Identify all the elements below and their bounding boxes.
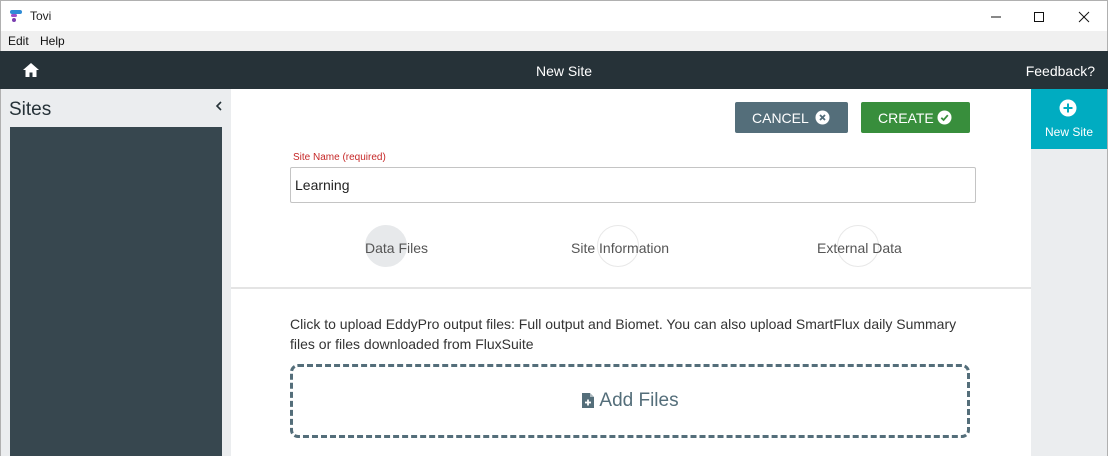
window-titlebar: Tovi: [0, 0, 1108, 31]
menu-bar: Edit Help: [0, 31, 1108, 51]
sidebar-title: Sites: [9, 99, 52, 120]
maximize-button[interactable]: [1016, 1, 1062, 32]
new-site-label: New Site: [1044, 125, 1094, 139]
minimize-icon: [991, 16, 1001, 17]
chevron-left-icon[interactable]: [212, 99, 226, 113]
cancel-button[interactable]: CANCEL: [735, 102, 848, 133]
cancel-circle-icon: [815, 110, 830, 125]
add-files-dropzone[interactable]: Add Files: [290, 364, 970, 438]
cancel-button-label: CANCEL: [752, 109, 809, 126]
create-button-label: CREATE: [878, 109, 934, 126]
step-data-files[interactable]: Data Files: [365, 225, 465, 267]
divider: [231, 287, 1031, 289]
step-label: External Data: [817, 240, 902, 256]
app-title: Tovi: [30, 9, 52, 23]
upload-instructions: Click to upload EddyPro output files: Fu…: [290, 316, 957, 352]
sites-sidebar: Sites: [0, 89, 231, 456]
menu-item-edit[interactable]: Edit: [8, 34, 29, 48]
new-site-button[interactable]: New Site: [1031, 89, 1107, 149]
menu-item-help[interactable]: Help: [40, 34, 65, 48]
minimize-button[interactable]: [973, 1, 1019, 32]
step-site-information[interactable]: Site Information: [571, 225, 691, 267]
file-plus-icon: [582, 392, 595, 408]
step-external-data[interactable]: External Data: [817, 225, 917, 267]
site-name-label: Site Name (required): [293, 152, 386, 163]
plus-circle-icon: [1059, 99, 1077, 117]
maximize-icon: [1034, 11, 1044, 22]
step-label: Data Files: [365, 240, 429, 256]
sites-list: [10, 127, 222, 456]
app-logo-icon: [10, 10, 22, 22]
step-label: Site Information: [571, 240, 670, 256]
create-button[interactable]: CREATE: [861, 102, 970, 133]
new-site-form: CANCEL CREATE Site Name (required) Data …: [231, 89, 1031, 456]
check-circle-icon: [937, 110, 952, 125]
site-name-input[interactable]: [290, 167, 976, 203]
close-window-button[interactable]: [1061, 1, 1107, 32]
app-header: New Site Feedback?: [0, 51, 1108, 89]
right-panel: New Site: [1031, 89, 1108, 456]
feedback-link[interactable]: Feedback?: [1026, 63, 1095, 79]
close-icon: [1078, 11, 1090, 22]
page-title: New Site: [535, 63, 593, 79]
add-files-label: Add Files: [599, 390, 679, 411]
